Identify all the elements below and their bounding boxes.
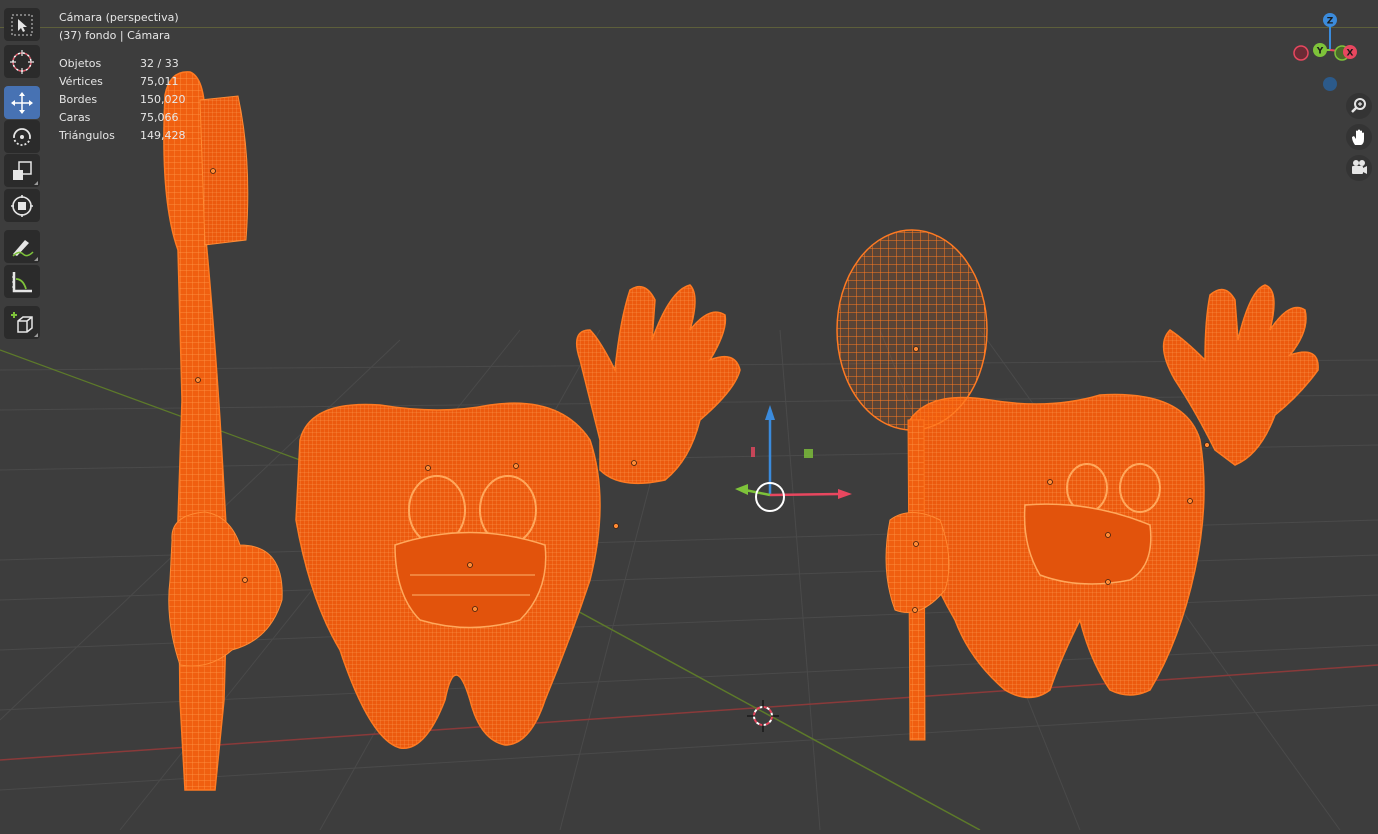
header-divider <box>0 27 1378 28</box>
transform-tool[interactable] <box>4 189 40 222</box>
viewport-title: Cámara (perspectiva) <box>59 11 179 24</box>
stat-faces: Caras 75,066 <box>59 109 229 127</box>
scale-icon <box>13 160 32 180</box>
hand-icon <box>1352 129 1364 145</box>
add-cube-icon <box>11 311 33 333</box>
pan-button[interactable] <box>1346 124 1372 150</box>
select-box-tool[interactable] <box>4 8 40 41</box>
stat-label: Triángulos <box>59 129 115 142</box>
stat-vertices: Vértices 75,011 <box>59 73 229 91</box>
zoom-button[interactable] <box>1346 93 1372 119</box>
stat-value: 32 / 33 <box>140 57 179 70</box>
toothbrush-object[interactable] <box>163 71 283 791</box>
tooth-character-right[interactable] <box>836 229 1319 741</box>
camera-icon <box>1352 160 1367 174</box>
scene-statistics: Objetos 32 / 33 Vértices 75,011 Bordes 1… <box>59 55 229 145</box>
stat-edges: Bordes 150,020 <box>59 91 229 109</box>
add-cube-tool[interactable] <box>4 306 40 339</box>
transform-icon <box>11 194 33 217</box>
stat-objects: Objetos 32 / 33 <box>59 55 229 73</box>
scale-tool[interactable] <box>4 154 40 187</box>
stat-value: 150,020 <box>140 93 186 106</box>
tooth-character-left[interactable] <box>295 284 741 749</box>
stat-value: 75,011 <box>140 75 179 88</box>
neg-z-handle[interactable] <box>1323 77 1337 91</box>
submenu-indicator <box>34 333 38 337</box>
move-arrows-icon <box>11 91 33 114</box>
ruler-icon <box>12 271 32 292</box>
annotate-tool[interactable] <box>4 230 40 263</box>
crosshair-cursor-icon <box>10 49 34 74</box>
stat-triangles: Triángulos 149,428 <box>59 127 229 145</box>
stat-label: Bordes <box>59 93 98 106</box>
y-axis-label: Y <box>1316 47 1324 57</box>
stat-value: 75,066 <box>140 111 179 124</box>
magnifier-icon <box>1351 98 1366 113</box>
viewport-subtitle: (37) fondo | Cámara <box>59 29 171 42</box>
cursor-arrow-icon <box>11 14 33 35</box>
rotate-icon <box>13 127 31 146</box>
move-tool[interactable] <box>4 86 40 119</box>
z-axis-label: Z <box>1327 17 1334 27</box>
submenu-indicator <box>34 181 38 185</box>
stat-value: 149,428 <box>140 129 186 142</box>
rotate-tool[interactable] <box>4 120 40 153</box>
cursor-tool[interactable] <box>4 45 40 78</box>
navigation-gizmo[interactable]: Z Y X <box>1288 10 1368 95</box>
pencil-icon <box>12 239 34 257</box>
stat-label: Vértices <box>59 75 103 88</box>
camera-view-button[interactable] <box>1346 155 1372 181</box>
3d-cursor[interactable] <box>747 700 779 732</box>
measure-tool[interactable] <box>4 265 40 298</box>
stat-label: Caras <box>59 111 91 124</box>
x-axis-label: X <box>1347 49 1354 59</box>
stat-label: Objetos <box>59 57 102 70</box>
submenu-indicator <box>34 257 38 261</box>
neg-x-handle[interactable] <box>1293 45 1309 61</box>
move-gizmo[interactable] <box>735 405 852 512</box>
